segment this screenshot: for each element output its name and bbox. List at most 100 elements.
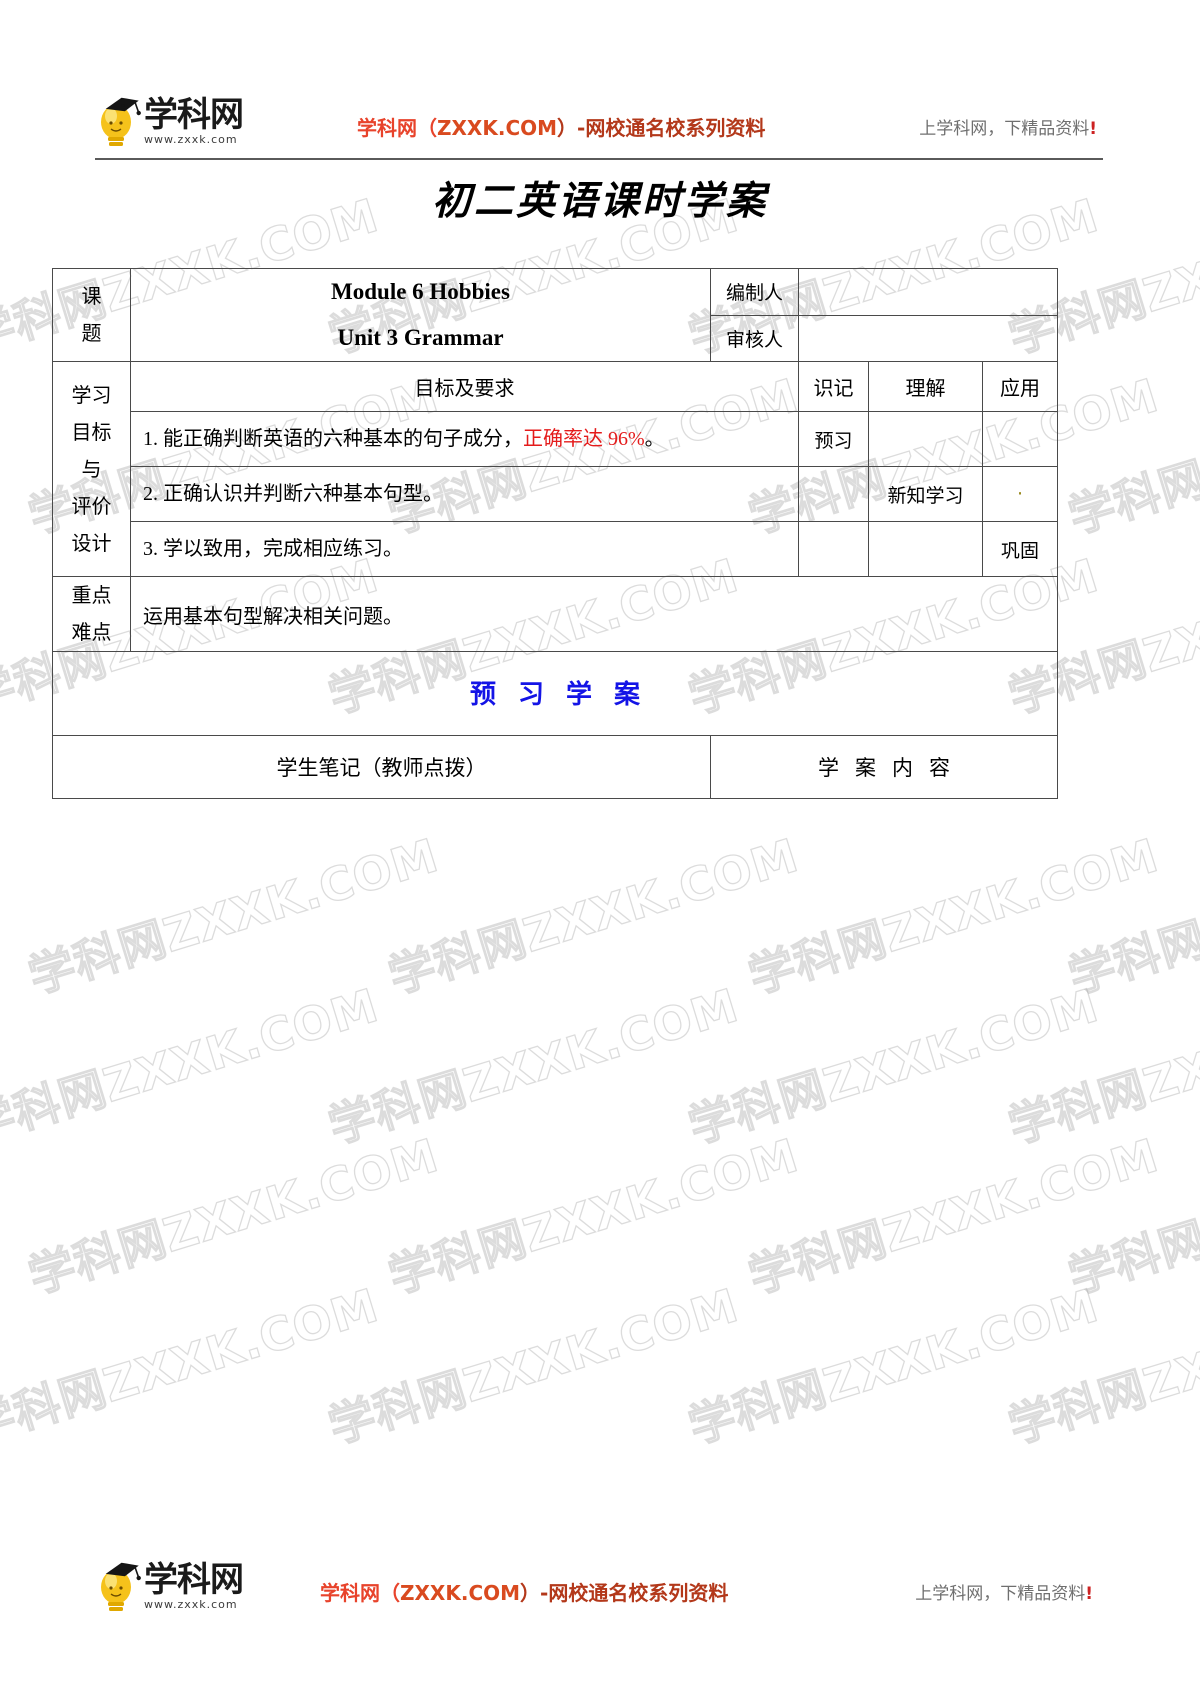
table-row-goal: 1. 能正确判断英语的六种基本的句子成分，正确率达 96%。 预习: [53, 411, 1058, 467]
topic-line-2: Unit 3 Grammar: [337, 325, 504, 350]
goal-recall-cell: [798, 466, 869, 522]
goal-text-cell: 3. 学以致用，完成相应练习。: [130, 521, 799, 577]
lesson-plan-table: 课 题 Module 6 Hobbies Unit 3 Grammar 编制人: [52, 268, 1058, 799]
objectives-side-line2: 目标: [71, 419, 112, 444]
notes-header-cell: 学生笔记（教师点拨）: [52, 735, 711, 799]
section-banner-cell: 预习学案: [52, 651, 1058, 736]
goal-apply: 巩固: [1000, 539, 1039, 562]
header-logo: 学科网 www.zxxk.com: [95, 90, 270, 152]
topic-label: 课 题: [53, 278, 130, 352]
footer-tagline-mark: !: [1085, 1584, 1093, 1604]
topic-label-cell: 课 题: [52, 268, 131, 362]
header-logo-name: 学科网: [144, 94, 244, 135]
footer-logo-text: 学科网 www.zxxk.com: [144, 1563, 244, 1611]
watermark-text: 学科网ZXXK.COM: [1062, 827, 1200, 1004]
footer-slogan-part3: ）-网校通名校系列资料: [520, 1581, 729, 1605]
goal-text-tail: 。: [644, 428, 665, 450]
topic-value: Module 6 Hobbies Unit 3 Grammar: [131, 269, 710, 361]
goal-recall-cell: [798, 521, 869, 577]
goal-apply-cell: [982, 411, 1058, 467]
table-row-focus: 重点 难点 运用基本句型解决相关问题。: [52, 576, 1058, 652]
table-row-objectives-header: 学习 目标 与 评价 设计 目标及要求 识记 理解 应用: [52, 361, 1058, 577]
footer-slogan-part2: ZXXK.COM: [400, 1581, 521, 1605]
watermark-text: 学科网ZXXK.COM: [682, 977, 1106, 1154]
column-header-recall: 识记: [813, 376, 854, 400]
page-footer: 学科网 www.zxxk.com 学科网（ZXXK.COM）-网校通名校系列资料…: [95, 1555, 1103, 1621]
reviewer-label: 审核人: [725, 328, 783, 351]
watermark-text: 学科网ZXXK.COM: [382, 827, 806, 1004]
content-header-cell: 学案内容: [710, 735, 1058, 799]
topic-label-line2: 题: [81, 321, 102, 345]
goal-recall: [799, 539, 868, 559]
table-row-notes-header: 学生笔记（教师点拨） 学案内容: [52, 735, 1058, 799]
goal-apply: ·: [1016, 483, 1024, 505]
reviewer-value: [799, 332, 1057, 344]
objectives-side-label: 学习 目标 与 评价 设计: [53, 377, 130, 562]
header-divider: [95, 158, 1103, 160]
goal-number: 1.: [143, 428, 158, 450]
goal-number: 3.: [143, 538, 158, 560]
footer-slogan-part1: 学科网（: [320, 1581, 400, 1605]
goal-understand: 新知学习: [887, 484, 964, 507]
objectives-side-line1: 学习: [71, 382, 112, 407]
reviewer-label-cell: 审核人: [710, 314, 799, 362]
focus-text: 运用基本句型解决相关问题。: [143, 605, 403, 628]
watermark-text: 学科网ZXXK.COM: [1062, 367, 1200, 544]
watermark-text: 学科网ZXXK.COM: [1002, 1277, 1200, 1454]
author-label-cell: 编制人: [710, 268, 799, 316]
header-logo-url: www.zxxk.com: [144, 132, 238, 146]
header-logo-text: 学科网 www.zxxk.com: [144, 94, 244, 146]
reviewer-value-cell[interactable]: [798, 314, 1058, 362]
watermark-text: 学科网ZXXK.COM: [22, 827, 446, 1004]
footer-logo-url: www.zxxk.com: [144, 1597, 238, 1611]
header-tagline-mark: !: [1089, 119, 1097, 139]
focus-label-cell: 重点 难点: [52, 576, 131, 652]
watermark-text: 学科网ZXXK.COM: [742, 1127, 1166, 1304]
watermark-layer: 学科网ZXXK.COM 学科网ZXXK.COM 学科网ZXXK.COM 学科网ZXXK…: [0, 0, 1200, 1696]
goal-apply: [983, 429, 1057, 449]
watermark-text: 学科网ZXXK.COM: [1062, 1127, 1200, 1304]
footer-slogan: 学科网（ZXXK.COM）-网校通名校系列资料: [320, 1577, 728, 1606]
goal-text-cell: 1. 能正确判断英语的六种基本的句子成分，正确率达 96%。: [130, 411, 799, 467]
table-row-section-banner: 预习学案: [52, 651, 1058, 736]
table-row-goal: 3. 学以致用，完成相应练习。 巩固: [53, 521, 1058, 577]
document-page: 学科网ZXXK.COM 学科网ZXXK.COM 学科网ZXXK.COM 学科网ZXXK…: [0, 0, 1200, 1696]
header-slogan-part2: ZXXK.COM: [437, 116, 558, 140]
goal-recall: [799, 484, 868, 504]
watermark-text: 学科网ZXXK.COM: [682, 1277, 1106, 1454]
topic-label-line1: 课: [81, 284, 102, 308]
goal-number: 2.: [143, 483, 158, 505]
focus-label: 重点 难点: [53, 577, 130, 651]
column-header-goal: 目标及要求: [414, 376, 515, 400]
watermark-text: 学科网ZXXK.COM: [742, 827, 1166, 1004]
header-slogan-part3: ）-网校通名校系列资料: [557, 116, 766, 140]
page-header: 学科网 www.zxxk.com 学科网（ZXXK.COM）-网校通名校系列资料…: [95, 88, 1103, 158]
footer-tagline-text: 上学科网，下精品资料: [915, 1584, 1086, 1604]
column-header-understand: 理解: [905, 376, 946, 400]
table-row-topic-1: 课 题 Module 6 Hobbies Unit 3 Grammar 编制人: [52, 268, 1058, 362]
focus-label-line1: 重点: [71, 583, 112, 607]
goal-text-plain: 能正确判断英语的六种基本的句子成分，: [163, 428, 523, 450]
watermark-text: 学科网ZXXK.COM: [0, 977, 385, 1154]
objectives-side-line4: 评价: [71, 493, 112, 518]
goal-understand-cell: 新知学习: [868, 466, 983, 522]
watermark-text: 学科网ZXXK.COM: [322, 1277, 746, 1454]
footer-logo: 学科网 www.zxxk.com: [95, 1555, 270, 1617]
lightbulb-graduation-cap-icon: [95, 1557, 141, 1615]
header-slogan-part1: 学科网（: [357, 116, 437, 140]
goal-understand-cell: [868, 521, 983, 577]
page-title: 初二英语课时学案: [431, 179, 768, 224]
goal-understand: [869, 539, 982, 559]
goal-text-highlight: 正确率达 96%: [523, 428, 645, 450]
goal-apply-cell: ·: [982, 466, 1058, 522]
column-header-apply-cell: 应用: [982, 361, 1058, 412]
author-value: [799, 286, 1057, 298]
goal-text-cell: 2. 正确认识并判断六种基本句型。: [130, 466, 799, 522]
author-value-cell[interactable]: [798, 268, 1058, 316]
goal-recall: 预习: [814, 429, 853, 452]
watermark-text: 学科网ZXXK.COM: [322, 977, 746, 1154]
focus-text-cell: 运用基本句型解决相关问题。: [130, 576, 1058, 652]
footer-tagline: 上学科网，下精品资料!: [915, 1579, 1093, 1604]
objectives-side-line5: 设计: [71, 530, 112, 555]
goal-text: 2. 正确认识并判断六种基本句型。: [131, 467, 798, 521]
